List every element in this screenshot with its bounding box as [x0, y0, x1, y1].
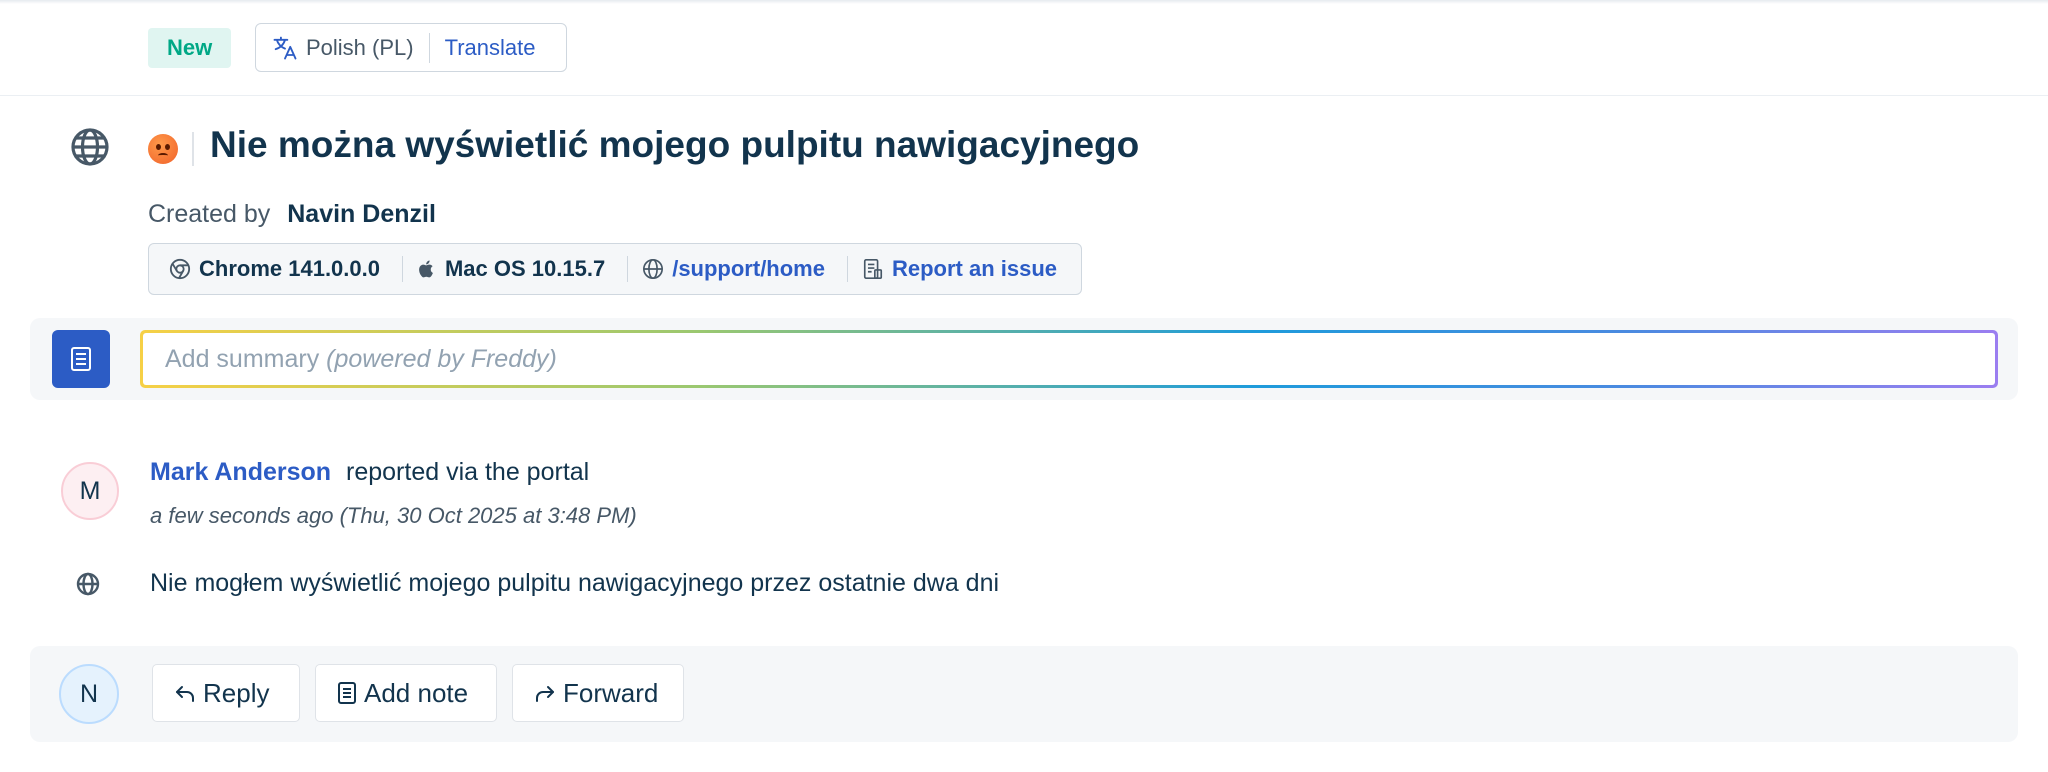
globe-icon	[643, 259, 664, 279]
document-icon	[71, 347, 91, 371]
summary-input[interactable]: Add summary (powered by Freddy)	[143, 333, 1995, 385]
ticket-title: Nie można wyświetlić mojego pulpitu nawi…	[210, 124, 1140, 165]
reply-bar: N Reply Add note Forward	[30, 646, 2018, 742]
forward-label: Forward	[563, 677, 659, 708]
reply-icon	[176, 686, 194, 702]
os-info: Mac OS 10.15.7	[417, 256, 605, 282]
ticket-top-bar: New Polish (PL) Translate	[0, 0, 2048, 96]
timestamp: a few seconds ago (Thu, 30 Oct 2025 at 3…	[150, 503, 637, 528]
forward-button[interactable]: Forward	[512, 664, 684, 722]
reporter-line: Mark Anderson reported via the portal	[150, 458, 589, 487]
translate-icon	[270, 33, 300, 63]
divider	[401, 256, 403, 282]
translate-link[interactable]: Translate	[445, 35, 536, 61]
creator-name: Navin Denzil	[287, 200, 436, 228]
apple-icon	[419, 260, 433, 278]
summary-row: Add summary (powered by Freddy)	[30, 318, 2018, 400]
summary-placeholder: Add summary	[165, 345, 320, 373]
page-path[interactable]: /support/home	[642, 256, 825, 282]
globe-icon	[76, 572, 100, 596]
page-path-link[interactable]: /support/home	[672, 256, 825, 282]
summary-input-border: Add summary (powered by Freddy)	[140, 330, 1998, 388]
reply-label: Reply	[203, 677, 270, 708]
add-note-label: Add note	[364, 677, 469, 708]
divider	[846, 256, 848, 282]
language-label[interactable]: Polish (PL)	[306, 35, 414, 61]
reply-button[interactable]: Reply	[152, 664, 300, 722]
created-by-label: Created by	[148, 200, 271, 228]
browser-info: Chrome 141.0.0.0	[169, 256, 380, 282]
report-issue-link[interactable]: Report an issue	[892, 256, 1057, 282]
avatar: M	[61, 462, 119, 520]
created-by: Created by Navin Denzil	[148, 200, 436, 229]
message-body: Nie mogłem wyświetlić mojego pulpitu naw…	[150, 569, 1000, 597]
avatar: N	[59, 664, 119, 724]
reporter-name[interactable]: Mark Anderson	[150, 458, 331, 486]
report-issue[interactable]: Report an issue	[862, 256, 1057, 282]
angry-face-icon	[148, 134, 178, 164]
divider	[428, 32, 430, 63]
globe-icon	[71, 128, 109, 166]
os-label: Mac OS 10.15.7	[444, 256, 606, 281]
forward-icon	[536, 686, 554, 702]
divider	[627, 256, 629, 282]
report-icon	[863, 259, 883, 279]
summary-button[interactable]	[52, 330, 110, 388]
reported-via: reported via the portal	[346, 458, 590, 486]
note-icon	[338, 682, 356, 704]
divider	[192, 132, 194, 166]
ticket-meta-bar: Chrome 141.0.0.0 Mac OS 10.15.7 /support…	[148, 243, 1082, 295]
summary-placeholder-suffix: (powered by Freddy)	[326, 345, 557, 373]
browser-label: Chrome 141.0.0.0	[199, 256, 380, 281]
add-note-button[interactable]: Add note	[315, 664, 497, 722]
chrome-icon	[169, 258, 191, 280]
language-selector: Polish (PL) Translate	[255, 23, 567, 72]
status-badge: New	[148, 28, 232, 68]
